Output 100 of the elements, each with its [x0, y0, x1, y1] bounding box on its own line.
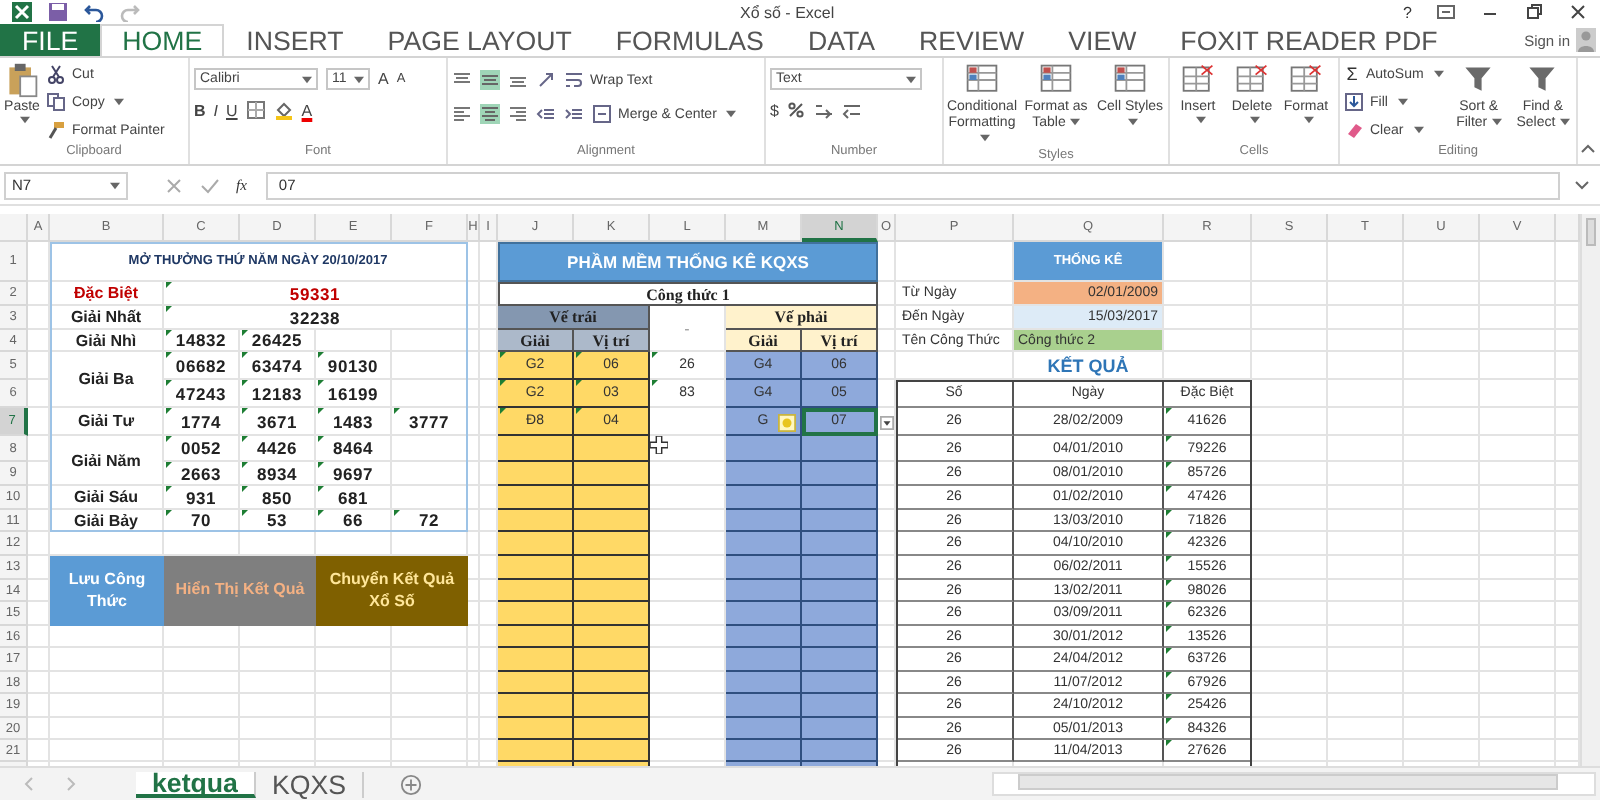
cursor-icon	[650, 436, 668, 454]
caret-icon	[114, 98, 125, 106]
caret-icon	[1069, 118, 1080, 127]
window-title: Xổ số - Excel	[740, 3, 835, 21]
italic-button[interactable]: I	[213, 101, 219, 119]
sheet-tab[interactable]: KQXS	[255, 771, 365, 797]
ribbon-tab[interactable]: VIEW	[1046, 24, 1159, 56]
caret-icon	[1249, 116, 1259, 125]
column-heading: Giải	[498, 330, 574, 352]
column-heading: Vị trí	[802, 330, 878, 352]
add-sheet-icon[interactable]	[400, 773, 423, 795]
table-cell	[726, 626, 802, 648]
currency-button[interactable]: $	[770, 101, 779, 119]
restore-icon[interactable]	[1524, 2, 1544, 22]
horizontal-scrollbar[interactable]	[992, 772, 1596, 796]
increase-indent-icon[interactable]	[564, 104, 584, 124]
table-icon	[1112, 62, 1148, 98]
dropdown-icon[interactable]	[880, 415, 894, 429]
close-icon[interactable]	[1568, 2, 1588, 22]
caret-icon	[1195, 116, 1205, 125]
table-cell	[574, 436, 650, 462]
table-cell	[574, 694, 650, 718]
table-cell	[498, 532, 574, 556]
orientation-icon[interactable]	[536, 70, 556, 90]
table-cell	[726, 580, 802, 602]
align-center-icon[interactable]	[480, 104, 500, 124]
ribbon-tab[interactable]: FORMULAS	[593, 24, 786, 56]
table-cell	[574, 556, 650, 580]
align-right-icon[interactable]	[508, 104, 528, 124]
merge-icon	[592, 104, 612, 124]
help-button[interactable]: ?	[1403, 3, 1412, 21]
undo-icon[interactable]	[84, 2, 104, 22]
ribbon-tab[interactable]: PAGE LAYOUT	[365, 24, 594, 56]
table-cell	[802, 718, 878, 740]
copy-icon	[46, 92, 66, 112]
table-cell	[726, 532, 802, 556]
ribbon-tab[interactable]: HOME	[100, 24, 225, 56]
ribbon-tab[interactable]: REVIEW	[897, 24, 1047, 56]
caret-icon	[1559, 118, 1570, 127]
caret-icon	[1397, 98, 1408, 106]
table-cell	[726, 740, 802, 762]
table-cell	[574, 626, 650, 648]
decrease-indent-icon[interactable]	[536, 104, 556, 124]
table-icon	[1038, 62, 1074, 98]
ribbon-tab[interactable]: FOXIT READER PDF	[1158, 24, 1460, 56]
ribbon-tab[interactable]: DATA	[785, 24, 898, 56]
cells-icon	[1180, 62, 1216, 98]
ribbon-tab[interactable]: FILE	[0, 24, 101, 56]
caret-icon	[1303, 116, 1313, 125]
sheet-action-button[interactable]: Chuyển Kết Quả Xổ Số	[316, 556, 468, 626]
align-left-icon[interactable]	[452, 104, 472, 124]
caret-icon	[19, 116, 29, 125]
table-cell	[726, 672, 802, 694]
table-cell	[726, 718, 802, 740]
table-cell	[802, 556, 878, 580]
column-heading: Giải	[726, 330, 802, 352]
expand-icon[interactable]	[1572, 175, 1592, 195]
borders-icon[interactable]	[245, 100, 266, 120]
wrap-text-icon	[564, 70, 584, 90]
ribbon-tab[interactable]: INSERT	[224, 24, 366, 56]
vertical-scrollbar[interactable]	[1580, 214, 1600, 766]
scissors-icon	[46, 64, 66, 84]
checkmark-icon[interactable]	[200, 175, 220, 195]
percent-icon[interactable]	[786, 100, 807, 120]
table-cell	[802, 740, 878, 762]
table-cell	[574, 510, 650, 532]
align-middle-icon[interactable]	[480, 70, 500, 90]
fill-color-icon[interactable]	[273, 100, 294, 120]
fill-down-icon	[1344, 92, 1364, 112]
table-cell	[574, 648, 650, 672]
bold-button[interactable]: B	[194, 101, 206, 119]
cancel-icon[interactable]	[164, 175, 184, 195]
table-cell	[726, 510, 802, 532]
table-cell	[802, 626, 878, 648]
table-cell	[498, 648, 574, 672]
caret-icon	[1491, 118, 1502, 127]
table-cell	[574, 580, 650, 602]
column-heading: Vị trí	[574, 330, 650, 352]
table-cell	[726, 436, 802, 462]
table-cell	[498, 718, 574, 740]
formula-name: Công thức 1	[498, 282, 878, 306]
table-cell	[498, 626, 574, 648]
table-cell	[726, 648, 802, 672]
cells-icon	[1288, 62, 1324, 98]
save-icon[interactable]	[48, 2, 68, 22]
table-cell	[574, 740, 650, 762]
panel-title: PHẦM MỀM THỐNG KÊ KQXS	[498, 242, 878, 282]
caret-icon	[979, 134, 989, 143]
sheet-tab[interactable]: ketqua	[136, 771, 256, 797]
underline-button[interactable]: U	[226, 101, 238, 119]
table-cell	[802, 510, 878, 532]
table-cell	[498, 740, 574, 762]
ribbon-display-icon[interactable]	[1436, 2, 1456, 22]
sheet-action-button[interactable]: Lưu Công Thức	[50, 556, 164, 626]
font-color-button[interactable]: A	[301, 101, 313, 119]
grow-font-button[interactable]: A	[378, 70, 389, 88]
table-cell	[726, 462, 802, 486]
table-cell	[574, 462, 650, 486]
increase-decimal-icon[interactable]	[814, 100, 835, 120]
decrease-decimal-icon[interactable]	[842, 100, 863, 120]
